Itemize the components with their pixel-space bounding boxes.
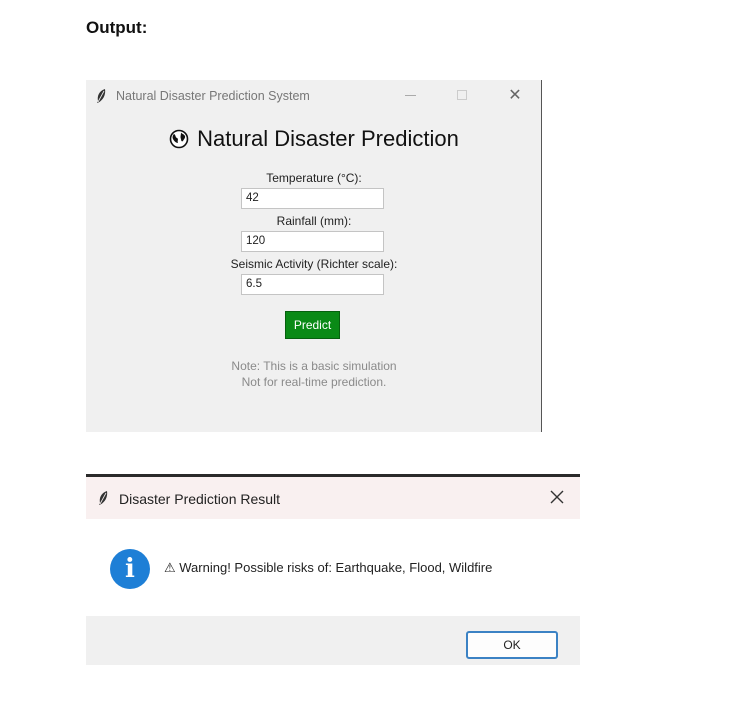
dialog-title: Disaster Prediction Result (119, 491, 281, 507)
dialog-titlebar: Disaster Prediction Result (86, 477, 580, 519)
app-title-text: Natural Disaster Prediction (197, 126, 459, 151)
temperature-input[interactable]: 42 (241, 188, 384, 209)
seismic-input[interactable]: 6.5 (241, 274, 384, 295)
close-button[interactable]: ✕ (491, 80, 539, 110)
main-titlebar: Natural Disaster Prediction System ✕ (86, 80, 541, 112)
feather-icon (97, 490, 109, 506)
result-dialog: Disaster Prediction Result i ⚠ Warning! … (86, 474, 580, 665)
maximize-icon (457, 90, 467, 100)
dialog-close-button[interactable] (544, 486, 570, 512)
minimize-button[interactable] (386, 80, 434, 110)
output-heading: Output: (86, 18, 148, 37)
dialog-footer: OK (86, 616, 580, 665)
feather-icon (95, 88, 107, 104)
globe-icon (169, 129, 189, 149)
minimize-icon (404, 94, 416, 96)
predict-button[interactable]: Predict (285, 311, 340, 339)
rainfall-label: Rainfall (mm): (276, 214, 352, 228)
note-line-2: Not for real-time prediction. (241, 375, 387, 389)
temperature-label: Temperature (°C): (266, 171, 362, 185)
maximize-button[interactable] (438, 80, 486, 110)
page: Output: Natural Disaster Prediction Syst… (0, 0, 753, 705)
dialog-message: ⚠ Warning! Possible risks of: Earthquake… (164, 560, 493, 575)
window-title: Natural Disaster Prediction System (116, 89, 310, 103)
close-icon (550, 490, 564, 509)
ok-button[interactable]: OK (466, 631, 558, 659)
dialog-body: i ⚠ Warning! Possible risks of: Earthqua… (86, 519, 580, 616)
info-icon: i (110, 549, 150, 589)
main-window: Natural Disaster Prediction System ✕ Nat… (86, 80, 542, 432)
rainfall-input[interactable]: 120 (241, 231, 384, 252)
note-line-1: Note: This is a basic simulation (231, 359, 397, 373)
close-icon: ✕ (508, 87, 522, 104)
seismic-label: Seismic Activity (Richter scale): (230, 257, 398, 271)
app-title: Natural Disaster Prediction (86, 126, 542, 152)
